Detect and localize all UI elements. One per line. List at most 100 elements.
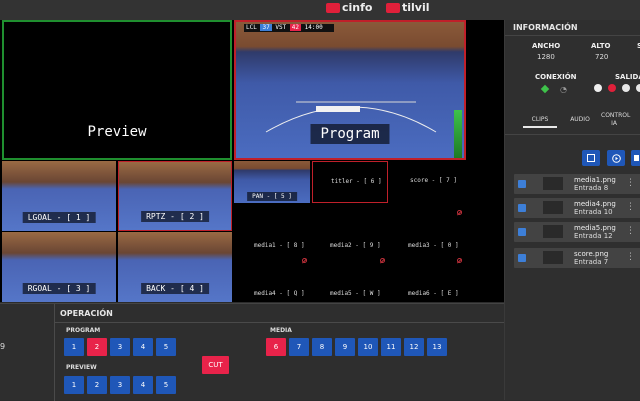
program-label: Program xyxy=(310,124,390,144)
divider xyxy=(54,322,504,323)
cam-tile-3[interactable]: RGOAL - [ 3 ] xyxy=(2,232,116,302)
add-video-button[interactable] xyxy=(607,150,625,166)
media-button-13[interactable]: 13 xyxy=(427,338,447,356)
media-group-label: MEDIA xyxy=(270,327,292,334)
divider xyxy=(54,304,55,401)
preview-monitor[interactable]: Preview xyxy=(2,20,232,160)
connection-label: CONEXIÓN xyxy=(535,73,577,81)
clip-select-checkbox[interactable] xyxy=(518,180,526,188)
clip-name: media4.png xyxy=(574,200,616,208)
output-label: SALIDA xyxy=(615,73,640,81)
media-button-9[interactable]: 9 xyxy=(335,338,355,356)
media-button-7[interactable]: 7 xyxy=(289,338,309,356)
audio-meter xyxy=(454,110,462,158)
media-button-10[interactable]: 10 xyxy=(358,338,378,356)
cam-label: LGOAL - [ 1 ] xyxy=(22,212,96,223)
small-tile-7[interactable]: score - [ 7 ] xyxy=(390,161,466,203)
brand-logo-right: tilvil xyxy=(386,1,430,14)
clip-entry: Entrada 7 xyxy=(574,258,609,266)
connection-ok-icon xyxy=(540,84,550,94)
square-icon xyxy=(633,155,639,161)
media-slot-label: media6 - [ E ] xyxy=(408,290,459,297)
no-signal-icon xyxy=(380,258,385,263)
tab-control-ia[interactable]: CONTROL IA xyxy=(601,112,630,130)
cam-tile-1[interactable]: LGOAL - [ 1 ] xyxy=(2,161,116,231)
cam-tile-4[interactable]: BACK - [ 4 ] xyxy=(118,232,232,302)
divider xyxy=(505,35,640,36)
more-vert-icon[interactable]: ⋮ xyxy=(626,226,635,236)
facebook-icon[interactable] xyxy=(622,84,630,92)
program-button-3[interactable]: 3 xyxy=(110,338,130,356)
program-button-2[interactable]: 2 xyxy=(87,338,107,356)
cut-button[interactable]: CUT xyxy=(202,356,229,374)
height-label: ALTO xyxy=(591,42,611,50)
clip-thumbnail xyxy=(543,251,563,264)
wifi-icon: ◔ xyxy=(560,85,567,94)
no-signal-icon xyxy=(302,258,307,263)
preview-button-2[interactable]: 2 xyxy=(87,376,107,394)
media-button-12[interactable]: 12 xyxy=(404,338,424,356)
program-button-4[interactable]: 4 xyxy=(133,338,153,356)
cam-tile-2[interactable]: RPTZ - [ 2 ] xyxy=(118,161,232,231)
preview-button-1[interactable]: 1 xyxy=(64,376,84,394)
clip-select-checkbox[interactable] xyxy=(518,228,526,236)
small-tile-6[interactable]: titler - [ 6 ] xyxy=(312,161,388,203)
preview-button-3[interactable]: 3 xyxy=(110,376,130,394)
clip-thumbnail xyxy=(543,225,563,238)
output-extra-icon[interactable] xyxy=(636,84,640,92)
cam-label: RGOAL - [ 3 ] xyxy=(22,283,96,294)
tab-audio[interactable]: AUDIO xyxy=(563,116,597,128)
small-tile-label: PAN - [ 5 ] xyxy=(247,192,297,201)
divider xyxy=(505,134,640,135)
media-slot-label: media5 - [ W ] xyxy=(330,290,381,297)
program-group-label: PROGRAM xyxy=(66,327,101,334)
info-title: INFORMACIÓN xyxy=(513,23,578,32)
play-icon xyxy=(611,153,621,163)
brand-left-text: cinfo xyxy=(342,1,373,14)
clip-thumbnail xyxy=(543,201,563,214)
program-monitor[interactable]: LCL 37 VST 42 14:00 Program xyxy=(234,20,466,160)
add-other-button[interactable] xyxy=(631,150,640,166)
preview-button-5[interactable]: 5 xyxy=(156,376,176,394)
brand-logo-left: cinfo xyxy=(326,1,372,14)
media-slot-label: media3 - [ 0 ] xyxy=(408,242,459,249)
program-button-5[interactable]: 5 xyxy=(156,338,176,356)
output-status-icon[interactable] xyxy=(594,84,602,92)
cam-label: BACK - [ 4 ] xyxy=(141,283,209,294)
clip-entry: Entrada 8 xyxy=(574,184,609,192)
clip-select-checkbox[interactable] xyxy=(518,204,526,212)
preview-button-4[interactable]: 4 xyxy=(133,376,153,394)
small-tile-label: titler - [ 6 ] xyxy=(331,178,382,185)
clip-select-checkbox[interactable] xyxy=(518,254,526,262)
cam-label: RPTZ - [ 2 ] xyxy=(141,211,209,222)
more-vert-icon[interactable]: ⋮ xyxy=(626,178,635,188)
preview-group-label: PREVIEW xyxy=(66,364,97,371)
more-vert-icon[interactable]: ⋮ xyxy=(626,252,635,262)
brand-mark-icon xyxy=(326,3,340,13)
media-button-6[interactable]: 6 xyxy=(266,338,286,356)
info-panel: INFORMACIÓN ANCHO 1280 ALTO 720 S CONEXI… xyxy=(504,20,640,400)
add-image-button[interactable] xyxy=(582,150,600,166)
media-button-8[interactable]: 8 xyxy=(312,338,332,356)
clip-row[interactable]: media1.png Entrada 8 ⋮ xyxy=(514,174,640,194)
clip-row[interactable]: media5.png Entrada 12 ⋮ xyxy=(514,222,640,242)
more-vert-icon[interactable]: ⋮ xyxy=(626,202,635,212)
preview-buttons: 12345 xyxy=(64,376,184,396)
scorebug: LCL 37 VST 42 14:00 xyxy=(244,24,334,32)
media-slot-label: media4 - [ Q ] xyxy=(254,290,305,297)
clip-entry: Entrada 10 xyxy=(574,208,613,216)
brand-mark-icon xyxy=(386,3,400,13)
small-tile-5[interactable]: PAN - [ 5 ] xyxy=(234,161,310,203)
program-buttons: 12345 xyxy=(64,338,184,358)
media-slot-label: media2 - [ 9 ] xyxy=(330,242,381,249)
image-icon xyxy=(587,154,595,162)
youtube-icon[interactable] xyxy=(608,84,616,92)
clip-name: media1.png xyxy=(574,176,616,184)
multiview: Preview LCL 37 VST 42 14:00 Program LGOA… xyxy=(0,20,504,302)
clip-row[interactable]: media4.png Entrada 10 ⋮ xyxy=(514,198,640,218)
clip-row[interactable]: score.png Entrada 7 ⋮ xyxy=(514,248,640,268)
program-button-1[interactable]: 1 xyxy=(64,338,84,356)
media-buttons: 6 7 8 9 10 11 12 13 xyxy=(266,338,456,358)
media-button-11[interactable]: 11 xyxy=(381,338,401,356)
tab-clips[interactable]: CLIPS xyxy=(523,116,557,128)
